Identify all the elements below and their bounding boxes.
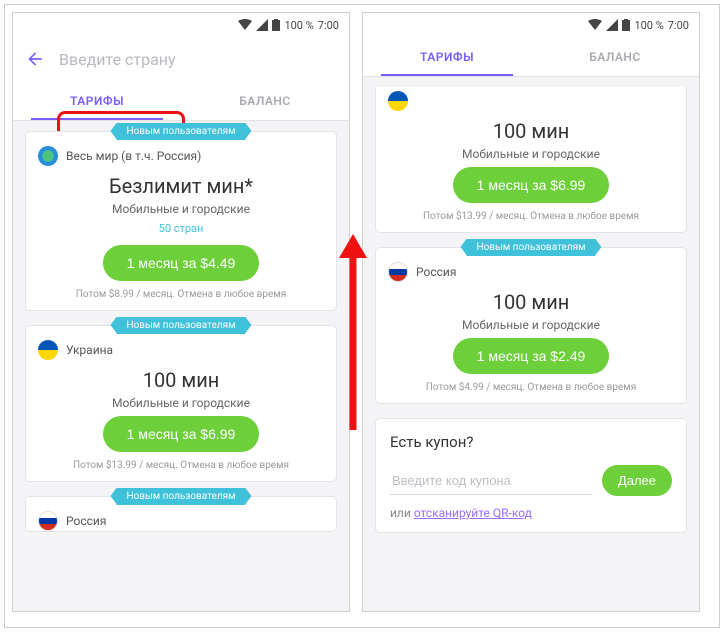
country-label: Россия <box>416 265 456 279</box>
battery-text: 100 % <box>634 19 663 32</box>
tab-balance[interactable]: БАЛАНС <box>181 81 349 120</box>
coupon-title: Есть купон? <box>390 433 672 451</box>
ribbon-new-users: Новым пользователям <box>116 317 245 334</box>
signal-icon <box>606 19 618 31</box>
tariff-list[interactable]: 100 мин Мобильные и городские 1 месяц за… <box>363 77 699 611</box>
back-arrow-icon[interactable] <box>25 49 45 69</box>
status-bar: 100 % 7:00 <box>13 13 349 37</box>
globe-icon <box>38 146 58 166</box>
buy-button[interactable]: 1 месяц за $2.49 <box>453 338 610 374</box>
plan-sub: Мобильные и городские <box>388 147 674 161</box>
signal-icon <box>256 19 268 31</box>
coupon-next-button[interactable]: Далее <box>602 465 672 496</box>
tab-balance[interactable]: БАЛАНС <box>531 37 699 76</box>
ribbon-new-users: Новым пользователям <box>466 239 595 256</box>
country-label: Россия <box>66 514 106 528</box>
tabs: ТАРИФЫ БАЛАНС <box>363 37 699 77</box>
scan-qr-link[interactable]: отсканируйте QR-код <box>414 506 532 520</box>
ribbon-new-users: Новым пользователям <box>116 488 245 505</box>
coupon-or-line: или отсканируйте QR-код <box>390 506 672 520</box>
flag-ukraine-icon <box>388 91 408 111</box>
tariff-card: Новым пользователям Россия 100 мин Мобил… <box>375 247 687 404</box>
plan-title: Безлимит мин* <box>38 174 324 198</box>
country-search-input[interactable]: Введите страну <box>59 50 337 69</box>
right-screen: 100 % 7:00 ТАРИФЫ БАЛАНС 100 мин Мобильн… <box>362 12 700 612</box>
tabs: ТАРИФЫ БАЛАНС <box>13 81 349 121</box>
wifi-icon <box>588 19 602 31</box>
tab-tariffs[interactable]: ТАРИФЫ <box>13 81 181 120</box>
tariff-card-partial: 100 мин Мобильные и городские 1 месяц за… <box>375 87 687 233</box>
ribbon-new-users: Новым пользователям <box>116 123 245 140</box>
tariff-card: Новым пользователям Украина 100 мин Моби… <box>25 325 337 482</box>
buy-button[interactable]: 1 месяц за $6.99 <box>453 167 610 203</box>
clock-text: 7:00 <box>318 19 339 32</box>
country-label: Весь мир (в т.ч. Россия) <box>66 149 201 163</box>
battery-icon <box>272 19 280 31</box>
title-bar: Введите страну <box>13 37 349 81</box>
tariff-card: Новым пользователям Весь мир (в т.ч. Рос… <box>25 131 337 311</box>
battery-text: 100 % <box>284 19 313 32</box>
clock-text: 7:00 <box>668 19 689 32</box>
countries-link[interactable]: 50 стран <box>38 222 324 235</box>
country-label: Украина <box>66 343 113 357</box>
buy-button[interactable]: 1 месяц за $4.49 <box>103 245 260 281</box>
plan-sub: Мобильные и городские <box>388 318 674 332</box>
plan-sub: Мобильные и городские <box>38 396 324 410</box>
tariff-card: Новым пользователям Россия <box>25 496 337 532</box>
tariff-list[interactable]: Новым пользователям Весь мир (в т.ч. Рос… <box>13 121 349 611</box>
plan-title: 100 мин <box>38 368 324 392</box>
fine-print: Потом $8.99 / месяц. Отмена в любое врем… <box>38 289 324 300</box>
plan-sub: Мобильные и городские <box>38 202 324 216</box>
tab-tariffs[interactable]: ТАРИФЫ <box>363 37 531 76</box>
left-screen: 100 % 7:00 Введите страну ТАРИФЫ БАЛАНС … <box>12 12 350 612</box>
plan-title: 100 мин <box>388 119 674 143</box>
fine-print: Потом $13.99 / месяц. Отмена в любое вре… <box>388 211 674 222</box>
wifi-icon <box>238 19 252 31</box>
flag-russia-icon <box>388 262 408 282</box>
buy-button[interactable]: 1 месяц за $6.99 <box>103 416 260 452</box>
flag-ukraine-icon <box>38 340 58 360</box>
fine-print: Потом $13.99 / месяц. Отмена в любое вре… <box>38 460 324 471</box>
status-bar: 100 % 7:00 <box>363 13 699 37</box>
flag-russia-icon <box>38 511 58 531</box>
battery-icon <box>622 19 630 31</box>
plan-title: 100 мин <box>388 290 674 314</box>
fine-print: Потом $4.99 / месяц. Отмена в любое врем… <box>388 382 674 393</box>
coupon-card: Есть купон? Далее или отсканируйте QR-ко… <box>375 418 687 533</box>
coupon-input[interactable] <box>390 467 592 495</box>
